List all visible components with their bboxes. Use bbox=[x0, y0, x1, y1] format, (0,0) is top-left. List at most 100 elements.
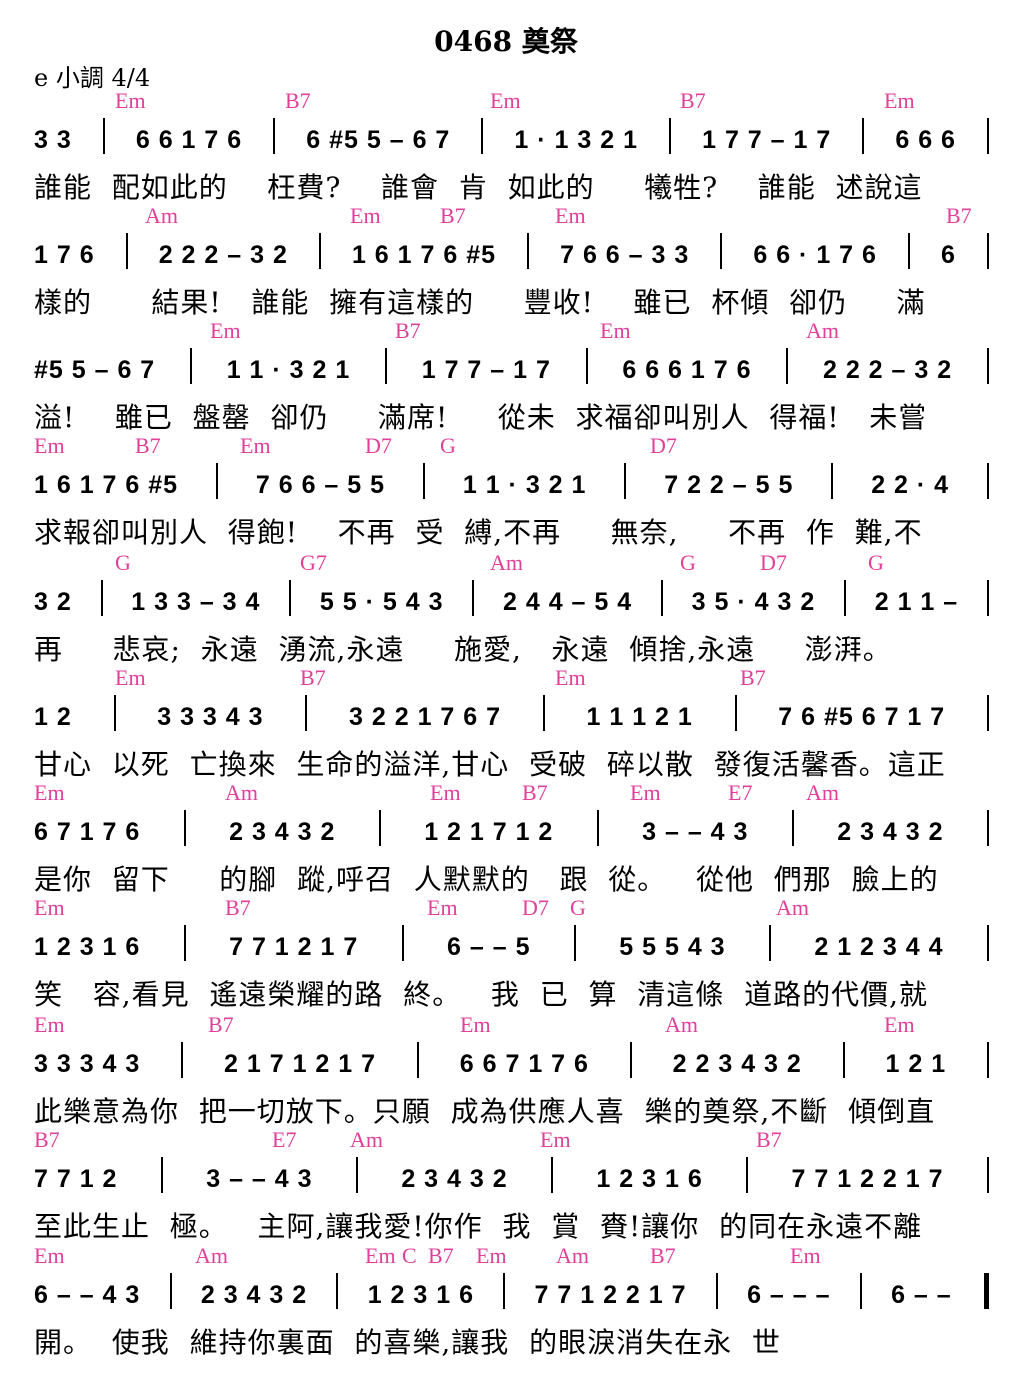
barline bbox=[986, 580, 989, 616]
measure: 7 6 #5 6 7 1 7 bbox=[778, 703, 946, 731]
chord-symbol: D7 bbox=[650, 433, 677, 458]
chord-symbol: E7 bbox=[272, 1127, 297, 1152]
lyrics-line: 甘心 以死 亡換來 生命的溢洋,甘心 受破 碎以散 發復活馨香。這正 bbox=[34, 748, 946, 781]
chord-symbol: Em bbox=[600, 318, 631, 343]
staff-system: Am Em B7 Em B7 1 7 6 2 2 2 – 3 2 1 6 1 7 6 #5 7 … bbox=[0, 203, 1012, 319]
measure: 6 6 6 bbox=[895, 126, 956, 154]
note-row: 3 3 3 4 3 2 1 7 1 2 1 7 6 6 7 1 7 6 2 2 3 4… bbox=[34, 1042, 989, 1086]
chord-symbol: Em bbox=[210, 318, 241, 343]
barline bbox=[715, 1273, 718, 1309]
chord-symbol: B7 bbox=[522, 780, 548, 805]
barline bbox=[503, 1273, 506, 1309]
barline bbox=[859, 1273, 862, 1309]
barline bbox=[986, 925, 989, 961]
barline bbox=[215, 463, 218, 499]
note-row: 1 6 1 7 6 #5 7 6 6 – 5 5 1 1 · 3 2 1 7 2 2 … bbox=[34, 463, 989, 507]
measure: 6 6 6 1 7 6 bbox=[622, 356, 752, 384]
barline bbox=[422, 463, 425, 499]
note-row: 3 2 1 3 3 – 3 4 5 5 · 5 4 3 2 4 4 – 5 4 3 5 … bbox=[34, 580, 989, 624]
barline bbox=[183, 925, 186, 961]
staff-system: Em B7 Em Am #5 5 – 6 7 1 1 · 3 2 1 1 7 7 – 1 7… bbox=[0, 318, 1012, 434]
chord-symbol: Am bbox=[776, 895, 809, 920]
chord-symbol: Am bbox=[350, 1127, 383, 1152]
staff-system: Em B7 Em D7 G D7 1 6 1 7 6 #5 7 6 6 – 5 5 1 1 · … bbox=[0, 433, 1012, 549]
measure: 2 1 2 3 4 4 bbox=[814, 933, 944, 961]
measure: 7 7 1 2 1 7 bbox=[229, 933, 359, 961]
chord-symbol: Em bbox=[555, 665, 586, 690]
chord-symbol: Em bbox=[34, 1243, 65, 1268]
measure: 3 3 bbox=[34, 126, 72, 154]
chord-symbol: D7 bbox=[760, 550, 787, 575]
chord-row: B7 E7 Am Em B7 bbox=[0, 1127, 1012, 1157]
barline bbox=[401, 925, 404, 961]
song-title: 0468 奠祭 bbox=[434, 25, 578, 58]
staff-system: Em B7 Em B7 1 2 3 3 3 4 3 3 2 2 1 7 6 7 1 1 1 2… bbox=[0, 665, 1012, 781]
measure: 7 7 1 2 bbox=[34, 1165, 118, 1193]
staff-system: Em B7 Em Am Em 3 3 3 4 3 2 1 7 1 2 1 7 6 6 7 1 … bbox=[0, 1012, 1012, 1128]
measure: 1 2 1 bbox=[885, 1050, 947, 1078]
measure: 6 6 7 1 7 6 bbox=[459, 1050, 589, 1078]
lyrics-line: 開。 使我 維持你裏面 的喜樂,讓我 的眼淚消失在永 世 bbox=[34, 1326, 781, 1359]
chord-row: Em B7 Em D7 G D7 bbox=[0, 433, 1012, 463]
measure: 3 3 3 4 3 bbox=[157, 703, 264, 731]
chord-symbol: G bbox=[440, 433, 456, 458]
chord-symbol: B7 bbox=[650, 1243, 676, 1268]
chord-symbol: B7 bbox=[34, 1127, 60, 1152]
barline bbox=[385, 348, 387, 384]
measure: 7 6 6 – 3 3 bbox=[560, 241, 690, 269]
chord-symbol: Am bbox=[195, 1243, 228, 1268]
barline bbox=[183, 810, 186, 846]
chord-symbol: Em bbox=[540, 1127, 571, 1152]
measure: 3 – – 4 3 bbox=[642, 818, 749, 846]
barline bbox=[786, 348, 789, 384]
chord-symbol: Em bbox=[790, 1243, 821, 1268]
barline bbox=[273, 118, 276, 154]
lyrics-line: 樣的 結果! 誰能 擁有這樣的 豐收! 雖已 杯傾 卻仍 滿 bbox=[34, 286, 926, 319]
measure: 1 2 3 1 6 bbox=[367, 1281, 474, 1309]
barline bbox=[746, 1157, 749, 1193]
chord-symbol: Em bbox=[350, 203, 381, 228]
measure: 3 5 · 4 3 2 bbox=[691, 588, 816, 616]
barline bbox=[720, 233, 723, 269]
measure: 2 3 4 3 2 bbox=[229, 818, 336, 846]
measure: 1 2 bbox=[34, 703, 72, 731]
barline bbox=[862, 118, 865, 154]
measure: 3 2 bbox=[34, 588, 72, 616]
chord-row: Em B7 Em B7 Em bbox=[0, 88, 1012, 118]
measure: 6 – – – bbox=[747, 1281, 831, 1309]
measure: 6 #5 5 – 6 7 bbox=[306, 126, 451, 154]
barline bbox=[986, 695, 989, 731]
chord-symbol: G bbox=[868, 550, 884, 575]
measure: #5 5 – 6 7 bbox=[34, 356, 156, 384]
measure: 2 2 2 – 3 2 bbox=[158, 241, 288, 269]
chord-row: Em Am Em B7 Em E7 Am bbox=[0, 780, 1012, 810]
measure: 2 2 2 – 3 2 bbox=[822, 356, 953, 384]
barline bbox=[842, 1042, 845, 1078]
measure: 6 – – 4 3 bbox=[34, 1281, 141, 1309]
chord-symbol: D7 bbox=[522, 895, 549, 920]
lyrics-line: 再 悲哀; 永遠 湧流,永遠 施愛, 永遠 傾捨,永遠 澎湃。 bbox=[34, 633, 892, 666]
measure: 2 3 4 3 2 bbox=[837, 818, 944, 846]
chord-symbol: Am bbox=[490, 550, 523, 575]
barline bbox=[100, 580, 103, 616]
measure: 7 7 1 2 2 1 7 bbox=[791, 1165, 944, 1193]
chord-symbol: Am bbox=[145, 203, 178, 228]
barline bbox=[113, 695, 116, 731]
barline bbox=[629, 1042, 632, 1078]
chord-symbol: Em bbox=[115, 665, 146, 690]
note-row: 1 7 6 2 2 2 – 3 2 1 6 1 7 6 #5 7 6 6 – 3 3 6… bbox=[34, 233, 989, 277]
note-row: 6 – – 4 3 2 3 4 3 2 1 2 3 1 6 7 7 1 2 2 1 7… bbox=[34, 1273, 989, 1317]
barline bbox=[416, 1042, 419, 1078]
chord-symbol: C bbox=[402, 1243, 417, 1268]
barline bbox=[481, 118, 484, 154]
barline bbox=[289, 580, 292, 616]
barline bbox=[986, 1042, 989, 1078]
chord-symbol: Am bbox=[225, 780, 258, 805]
measure: 1 2 3 1 6 bbox=[596, 1165, 703, 1193]
lyrics-line: 求報卻叫別人 得飽! 不再 受 縛,不再 無奈, 不再 作 難,不 bbox=[34, 516, 923, 549]
chord-row: Em Am Em C B7 Em Am B7 Em bbox=[0, 1243, 1012, 1273]
chord-row: Em B7 Em D7 G Am bbox=[0, 895, 1012, 925]
measure: 1 2 3 1 6 bbox=[34, 933, 141, 961]
barline bbox=[585, 348, 588, 384]
measure: 6 6 1 7 6 bbox=[135, 126, 243, 154]
